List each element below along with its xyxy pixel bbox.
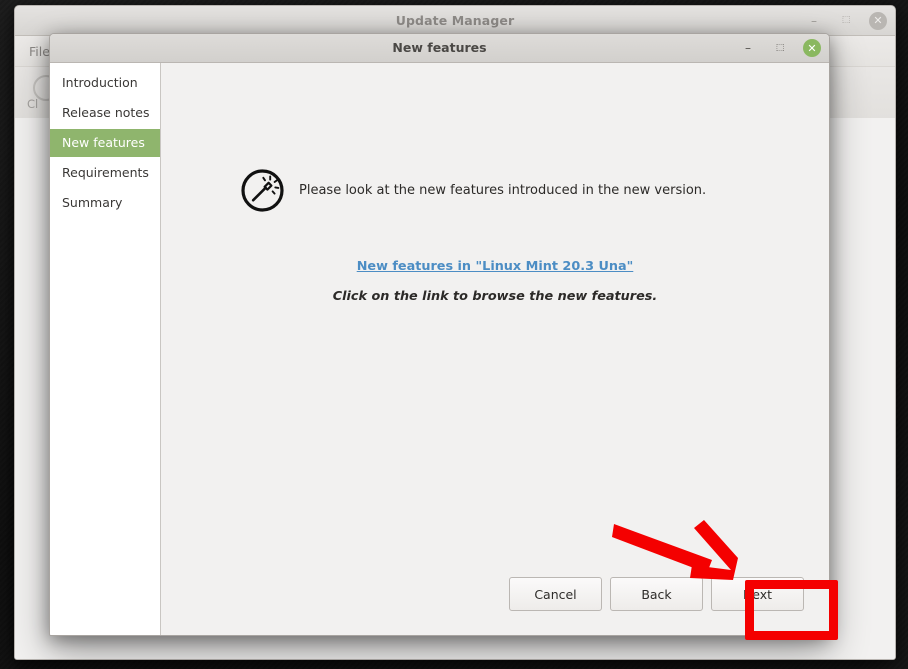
menu-item-file[interactable]: File <box>29 44 50 59</box>
back-button-label: Back <box>641 586 672 602</box>
dialog-close-icon[interactable]: ✕ <box>803 39 821 57</box>
new-features-dialog[interactable]: New features – ⬚ ✕ Introduction Release … <box>49 33 830 636</box>
back-button[interactable]: Back <box>610 577 703 611</box>
magic-wand-icon <box>240 168 285 213</box>
dialog-footer: Cancel Back Next <box>161 563 829 635</box>
maximize-icon[interactable]: ⬚ <box>837 12 855 30</box>
new-features-link[interactable]: New features in "Linux Mint 20.3 Una" <box>357 259 634 274</box>
next-button[interactable]: Next <box>711 577 804 611</box>
note-row: Click on the link to browse the new feat… <box>161 285 829 304</box>
sidebar-item-label: Release notes <box>62 105 150 120</box>
intro-row: Please look at the new features introduc… <box>240 168 706 213</box>
sidebar-item-summary[interactable]: Summary <box>50 189 160 217</box>
minimize-icon[interactable]: – <box>805 12 823 30</box>
feature-link-row: New features in "Linux Mint 20.3 Una" <box>161 255 829 274</box>
cancel-button-label: Cancel <box>534 586 577 602</box>
close-icon[interactable]: ✕ <box>869 11 887 30</box>
sidebar-item-release-notes[interactable]: Release notes <box>50 99 160 127</box>
dialog-content: Please look at the new features introduc… <box>161 63 829 635</box>
sidebar-item-label: Requirements <box>62 165 149 180</box>
sidebar-item-introduction[interactable]: Introduction <box>50 69 160 97</box>
dialog-maximize-icon[interactable]: ⬚ <box>771 39 789 57</box>
sidebar-item-label: New features <box>62 135 145 150</box>
cancel-button[interactable]: Cancel <box>509 577 602 611</box>
update-manager-title: Update Manager <box>395 13 515 28</box>
dialog-sidebar[interactable]: Introduction Release notes New features … <box>50 63 161 635</box>
dialog-titlebar[interactable]: New features – ⬚ ✕ <box>50 34 829 63</box>
dialog-window-controls[interactable]: – ⬚ ✕ <box>739 34 821 62</box>
toolbar-label: Cl <box>27 97 39 111</box>
dialog-main: Introduction Release notes New features … <box>50 63 829 635</box>
update-manager-titlebar[interactable]: Update Manager – ⬚ ✕ <box>15 6 895 36</box>
dialog-content-top: Please look at the new features introduc… <box>161 63 829 563</box>
sidebar-item-label: Summary <box>62 195 123 210</box>
note-text: Click on the link to browse the new feat… <box>332 289 658 304</box>
intro-text: Please look at the new features introduc… <box>299 183 707 198</box>
sidebar-item-new-features[interactable]: New features <box>50 129 160 157</box>
next-button-label: Next <box>742 586 773 602</box>
update-manager-window-controls[interactable]: – ⬚ ✕ <box>805 6 887 35</box>
sidebar-item-requirements[interactable]: Requirements <box>50 159 160 187</box>
dialog-minimize-icon[interactable]: – <box>739 39 757 57</box>
dialog-title: New features <box>392 40 487 55</box>
sidebar-item-label: Introduction <box>62 75 138 90</box>
